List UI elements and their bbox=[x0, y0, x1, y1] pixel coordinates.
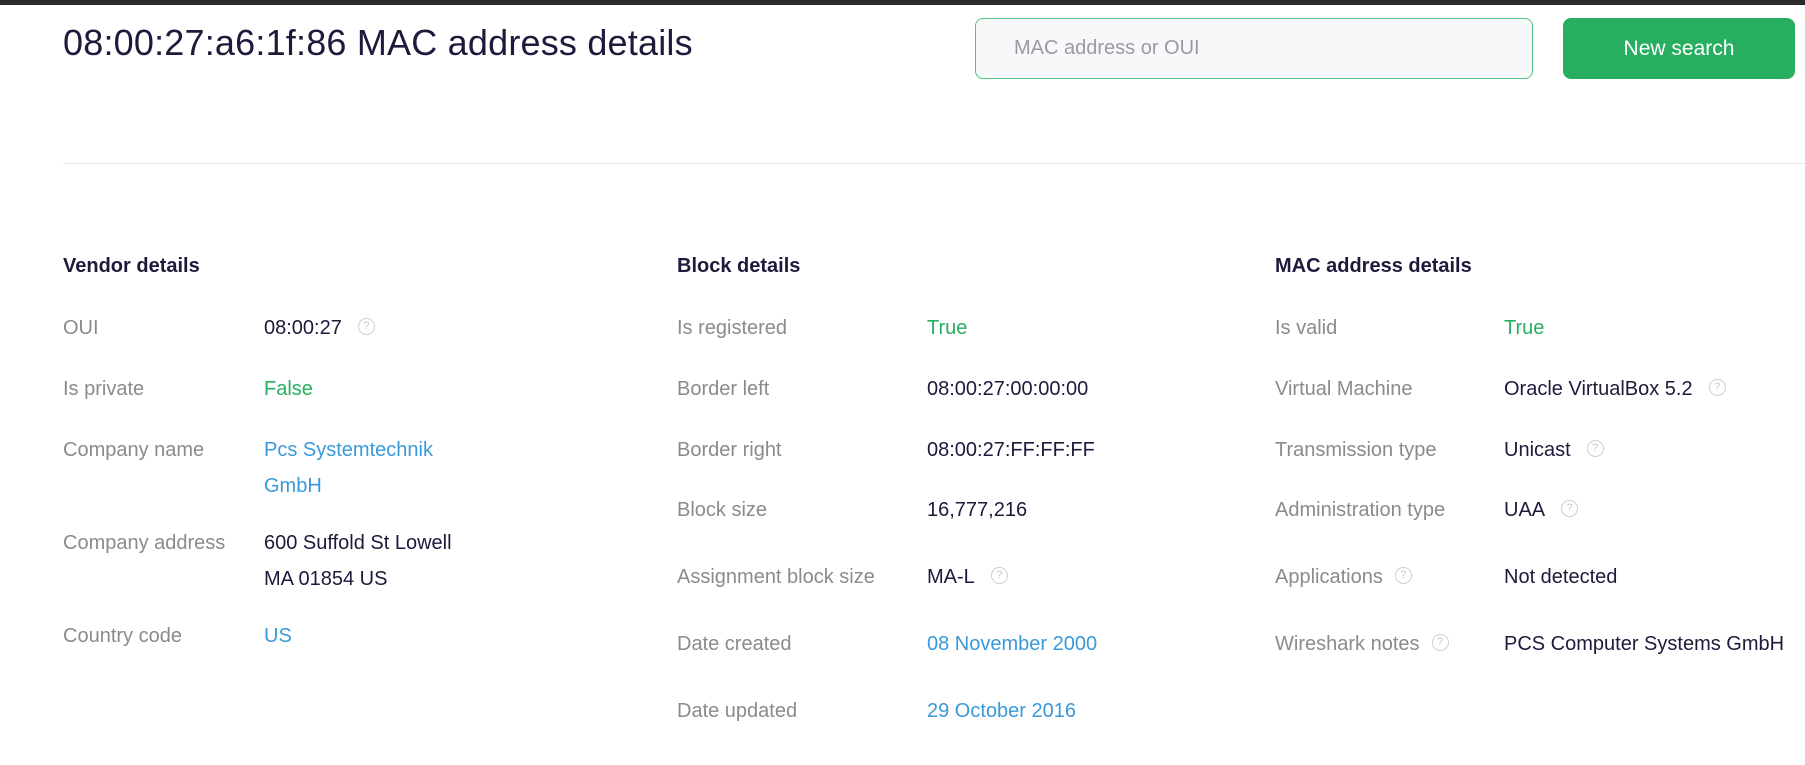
is-registered-label: Is registered bbox=[677, 317, 788, 339]
oui-value: 08:00:27 bbox=[264, 317, 342, 339]
border-left-label: Border left bbox=[677, 378, 770, 400]
applications-value: Not detected bbox=[1504, 566, 1618, 588]
country-code-label: Country code bbox=[63, 625, 182, 647]
page-title: 08:00:27:a6:1f:86 MAC address details bbox=[63, 22, 693, 63]
date-updated-label: Date updated bbox=[677, 700, 798, 722]
company-address-line2: MA 01854 US bbox=[264, 568, 388, 590]
help-icon[interactable]: ? bbox=[990, 567, 1008, 585]
mac-details-section: MAC address details Is valid True Virtua… bbox=[1275, 255, 1784, 655]
assignment-value: MA-L bbox=[927, 566, 975, 588]
administration-label: Administration type bbox=[1275, 499, 1446, 521]
date-created-link[interactable]: 08 November 2000 bbox=[927, 626, 1097, 662]
is-valid-label: Is valid bbox=[1275, 317, 1338, 339]
top-border bbox=[0, 0, 1805, 5]
is-private-label: Is private bbox=[63, 378, 145, 400]
transmission-label: Transmission type bbox=[1275, 439, 1437, 461]
applications-label: Applications bbox=[1275, 566, 1383, 588]
administration-value: UAA bbox=[1504, 499, 1546, 521]
wireshark-value: PCS Computer Systems GmbH bbox=[1504, 633, 1785, 655]
is-registered-value: True bbox=[927, 317, 968, 339]
company-name-label: Company name bbox=[63, 439, 205, 461]
block-details-heading: Block details bbox=[677, 255, 801, 277]
date-created-label: Date created bbox=[677, 633, 792, 655]
help-icon[interactable]: ? bbox=[1586, 440, 1604, 458]
is-private-value: False bbox=[264, 378, 313, 400]
help-icon[interactable]: ? bbox=[357, 318, 375, 336]
assignment-label: Assignment block size bbox=[677, 566, 875, 588]
help-icon[interactable]: ? bbox=[1431, 634, 1449, 652]
new-search-button[interactable]: New search bbox=[1563, 18, 1795, 79]
border-left-value: 08:00:27:00:00:00 bbox=[927, 378, 1089, 400]
divider bbox=[63, 163, 1805, 164]
is-valid-value: True bbox=[1504, 317, 1545, 339]
help-icon[interactable]: ? bbox=[1561, 500, 1579, 518]
country-code-link[interactable]: US bbox=[264, 618, 292, 654]
company-name-line2[interactable]: GmbH bbox=[264, 468, 433, 504]
transmission-value: Unicast bbox=[1504, 439, 1571, 461]
mac-details-heading: MAC address details bbox=[1275, 255, 1472, 277]
border-right-value: 08:00:27:FF:FF:FF bbox=[927, 439, 1095, 461]
help-icon[interactable]: ? bbox=[1394, 567, 1412, 585]
company-name-link[interactable]: Pcs Systemtechnik GmbH bbox=[264, 432, 433, 504]
border-right-label: Border right bbox=[677, 439, 782, 461]
help-icon[interactable]: ? bbox=[1708, 379, 1726, 397]
search-input[interactable] bbox=[975, 18, 1533, 79]
block-size-label: Block size bbox=[677, 499, 768, 521]
company-address-line1: 600 Suffold St Lowell bbox=[264, 532, 452, 554]
vendor-details-heading: Vendor details bbox=[63, 255, 200, 277]
block-size-value: 16,777,216 bbox=[927, 499, 1028, 521]
company-address-label: Company address bbox=[63, 532, 226, 554]
oui-label: OUI bbox=[63, 317, 99, 339]
virtual-machine-value: Oracle VirtualBox 5.2 bbox=[1504, 378, 1693, 400]
vendor-details-section: Vendor details OUI 08:00:27? Is private … bbox=[63, 255, 452, 647]
date-updated-link[interactable]: 29 October 2016 bbox=[927, 693, 1076, 729]
virtual-machine-label: Virtual Machine bbox=[1275, 378, 1413, 400]
block-details-section: Block details Is registered True Border … bbox=[677, 255, 1097, 722]
wireshark-label: Wireshark notes bbox=[1275, 633, 1420, 655]
company-name-line1[interactable]: Pcs Systemtechnik bbox=[264, 432, 433, 468]
